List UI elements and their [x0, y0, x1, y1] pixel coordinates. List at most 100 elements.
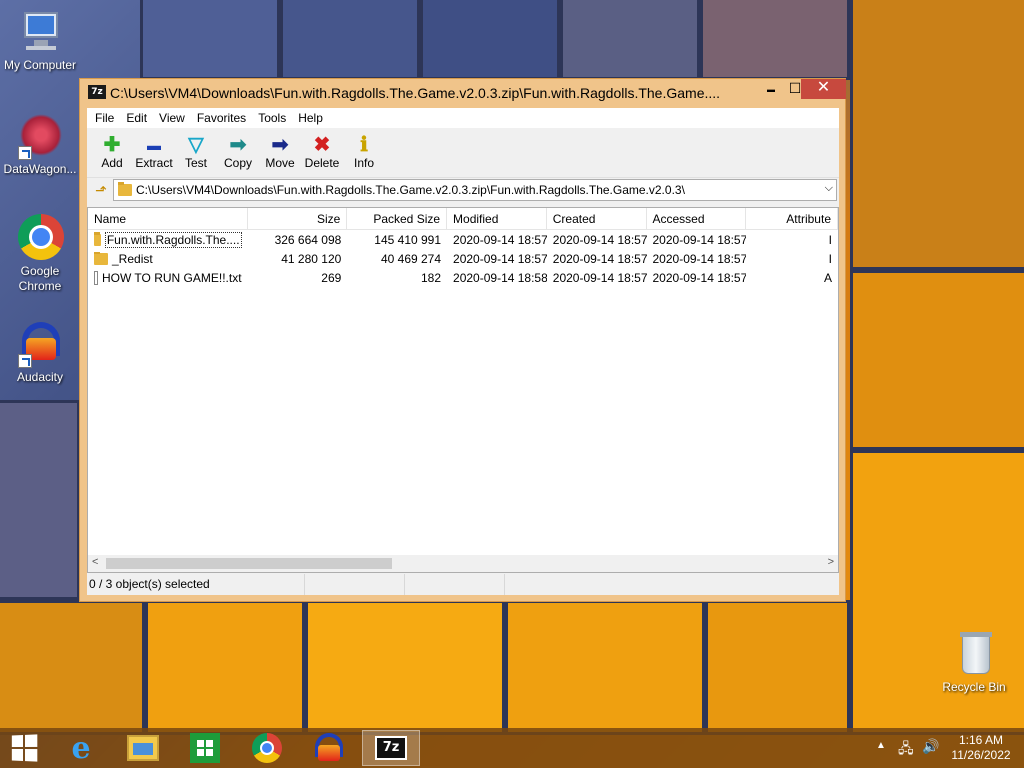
desktop-icon-google-chrome[interactable]: Google Chrome: [0, 214, 80, 294]
desktop-icon-recycle-bin[interactable]: Recycle Bin: [934, 630, 1014, 694]
wallpaper-pane: [305, 600, 505, 735]
cell-attributes: I: [828, 232, 832, 247]
move-button-label: Move: [265, 156, 295, 170]
volume-icon[interactable]: 🔊: [922, 738, 939, 755]
desktop-icon-label: Recycle Bin: [942, 680, 1006, 694]
wallpaper-pane: [560, 0, 700, 80]
column-header-packed-size[interactable]: Packed Size: [347, 208, 448, 229]
table-row[interactable]: Fun.with.Ragdolls.The.... 326 664 098 14…: [88, 230, 838, 249]
column-header-created[interactable]: Created: [547, 208, 647, 229]
cell-accessed: 2020-09-14 18:57: [652, 232, 747, 247]
column-header-attributes[interactable]: Attribute: [746, 208, 838, 229]
network-icon[interactable]: 🖧: [898, 738, 914, 762]
menu-edit[interactable]: Edit: [120, 111, 153, 125]
delete-button[interactable]: ✖ Delete: [301, 128, 343, 177]
menu-file[interactable]: File: [89, 111, 120, 125]
wallpaper-pane: [850, 0, 1024, 270]
horizontal-scrollbar[interactable]: < >: [88, 555, 838, 572]
start-button[interactable]: [0, 730, 48, 766]
taskbar-clock[interactable]: 1:16 AM 11/26/2022: [948, 733, 1014, 763]
desktop-icon-label: DataWagon...: [3, 162, 77, 176]
shortcut-arrow-icon: [18, 354, 32, 368]
scrollbar-thumb[interactable]: [106, 558, 392, 569]
clock-date: 11/26/2022: [951, 748, 1011, 762]
cell-modified: 2020-09-14 18:57: [453, 232, 547, 247]
move-button[interactable]: ➡ Move: [259, 128, 301, 177]
menu-tools[interactable]: Tools: [252, 111, 292, 125]
window-titlebar[interactable]: 7z C:\Users\VM4\Downloads\Fun.with.Ragdo…: [80, 79, 846, 107]
wallpaper-pane: [145, 600, 305, 735]
menu-bar: File Edit View Favorites Tools Help: [87, 108, 839, 128]
add-button-label: Add: [101, 156, 123, 170]
taskbar-7zip[interactable]: 7z: [362, 730, 420, 766]
status-panel: [505, 574, 605, 595]
text-file-icon: [94, 270, 98, 285]
status-selected: 0 / 3 object(s) selected: [87, 574, 305, 595]
audacity-icon: [313, 733, 345, 763]
table-row[interactable]: _Redist 41 280 120 40 469 274 2020-09-14…: [88, 249, 838, 268]
internet-explorer-icon: e: [71, 730, 91, 766]
taskbar-audacity[interactable]: [302, 730, 356, 766]
taskbar-store[interactable]: [178, 730, 232, 766]
desktop-icon-my-computer[interactable]: My Computer: [0, 8, 80, 72]
7zip-window: 7z C:\Users\VM4\Downloads\Fun.with.Ragdo…: [79, 78, 846, 602]
wallpaper-pane: [505, 600, 705, 735]
taskbar-chrome[interactable]: [240, 730, 294, 766]
show-hidden-icons-button[interactable]: ▲: [876, 740, 886, 751]
copy-arrow-icon: ➡: [229, 134, 247, 156]
info-button[interactable]: ℹ Info: [343, 128, 385, 177]
audacity-icon: [16, 320, 64, 368]
status-panel: [305, 574, 405, 595]
scroll-right-icon[interactable]: >: [828, 556, 834, 568]
column-header-accessed[interactable]: Accessed: [647, 208, 747, 229]
cell-modified: 2020-09-14 18:57: [453, 251, 547, 266]
wallpaper-pane: [280, 0, 420, 80]
cell-packed-size: 40 469 274: [380, 251, 442, 266]
column-header-modified[interactable]: Modified: [447, 208, 547, 229]
info-button-label: Info: [353, 156, 374, 170]
folder-icon: [94, 251, 108, 265]
wallpaper-pane: [420, 0, 560, 80]
extract-button[interactable]: ▬ Extract: [133, 128, 175, 177]
address-field[interactable]: C:\Users\VM4\Downloads\Fun.with.Ragdolls…: [113, 179, 837, 201]
chevron-down-icon: ▽: [188, 134, 204, 156]
taskbar: e 7z ▲ 🖧 🔊 1:16 AM 11/26/2022: [0, 728, 1024, 768]
menu-help[interactable]: Help: [292, 111, 329, 125]
cell-created: 2020-09-14 18:57: [552, 270, 647, 285]
wallpaper-pane: [700, 0, 850, 80]
test-button[interactable]: ▽ Test: [175, 128, 217, 177]
delete-button-label: Delete: [304, 156, 340, 170]
chevron-down-icon[interactable]: ⌵: [825, 182, 833, 195]
list-header: Name Size Packed Size Modified Created A…: [88, 208, 838, 230]
cell-accessed: 2020-09-14 18:57: [652, 251, 747, 266]
copy-button[interactable]: ➡ Copy: [217, 128, 259, 177]
cell-packed-size: 182: [421, 270, 442, 285]
desktop-icon-datawagon[interactable]: DataWagon...: [0, 112, 80, 176]
desktop-icon-audacity[interactable]: Audacity: [0, 320, 80, 384]
menu-favorites[interactable]: Favorites: [191, 111, 252, 125]
scroll-left-icon[interactable]: <: [92, 556, 98, 568]
status-bar: 0 / 3 object(s) selected: [87, 574, 839, 595]
desktop-icon-label: My Computer: [3, 58, 77, 72]
windows-logo-icon: [11, 734, 38, 762]
table-row[interactable]: HOW TO RUN GAME!!.txt 269 182 2020-09-14…: [88, 268, 838, 287]
menu-view[interactable]: View: [153, 111, 191, 125]
taskbar-internet-explorer[interactable]: e: [54, 730, 108, 766]
file-explorer-icon: [127, 735, 159, 761]
chrome-icon: [16, 214, 64, 262]
column-header-size[interactable]: Size: [248, 208, 348, 229]
cell-packed-size: 145 410 991: [374, 232, 442, 247]
taskbar-file-explorer[interactable]: [116, 730, 170, 766]
folder-icon: [118, 182, 132, 196]
close-button[interactable]: ✕: [801, 79, 846, 99]
info-icon: ℹ: [360, 134, 368, 156]
column-header-name[interactable]: Name: [88, 208, 248, 229]
cell-size: 326 664 098: [274, 232, 342, 247]
status-panel: [405, 574, 505, 595]
wallpaper-pane: [0, 400, 80, 600]
cell-created: 2020-09-14 18:57: [552, 232, 647, 247]
add-button[interactable]: ✚ Add: [91, 128, 133, 177]
folder-icon: [94, 231, 101, 246]
cell-size: 269: [321, 270, 342, 285]
up-folder-icon[interactable]: ⬏: [89, 180, 113, 200]
